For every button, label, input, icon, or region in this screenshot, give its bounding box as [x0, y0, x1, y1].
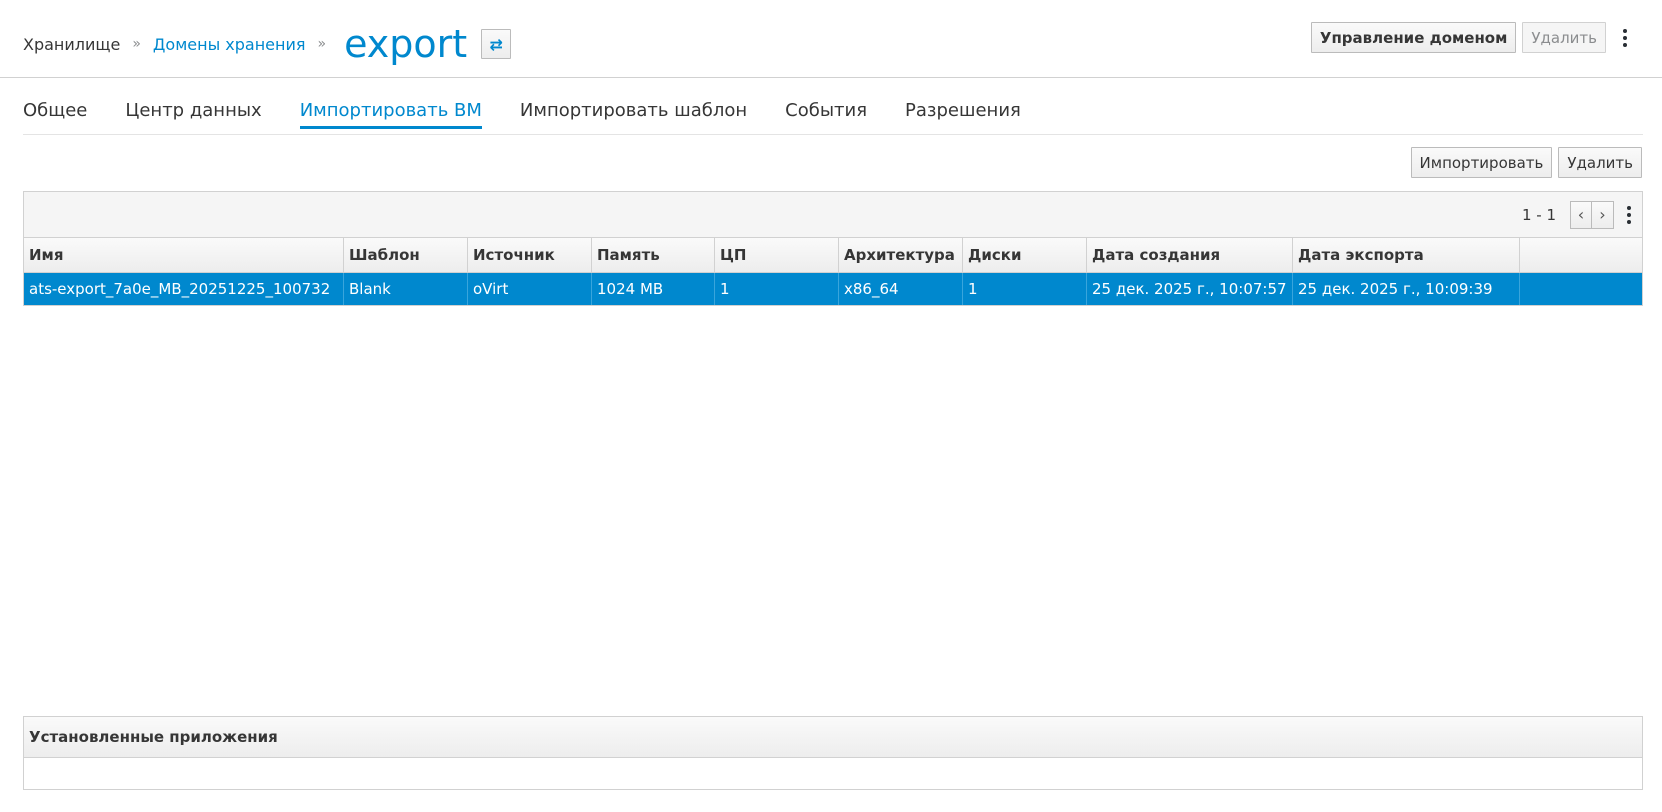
switch-entity-button[interactable]: ⇄	[481, 29, 512, 59]
column-header-export-date[interactable]: Дата экспорта	[1293, 238, 1520, 272]
column-header-name[interactable]: Имя	[24, 238, 344, 272]
exchange-icon: ⇄	[489, 34, 503, 54]
chevron-left-icon: ‹	[1577, 205, 1585, 224]
table-row[interactable]: ats-export_7a0e_MB_20251225_100732 Blank…	[24, 273, 1642, 305]
header-kebab-menu-icon[interactable]	[1616, 22, 1634, 53]
tab-permissions[interactable]: Разрешения	[905, 94, 1021, 128]
table-header: Имя Шаблон Источник Память ЦП Архитектур…	[24, 238, 1642, 273]
import-vm-table: 1 - 1 ‹ › Имя Шаблон Источник Память ЦП …	[23, 191, 1643, 306]
column-header-architecture[interactable]: Архитектура	[839, 238, 963, 272]
tab-import-vm[interactable]: Импортировать ВМ	[299, 94, 483, 129]
column-header-source[interactable]: Источник	[468, 238, 592, 272]
tab-general[interactable]: Общее	[23, 94, 87, 128]
breadcrumb-separator-icon: »	[317, 36, 327, 52]
table-actions: Импортировать Удалить	[1410, 147, 1642, 178]
breadcrumb-storage-domains-link[interactable]: Домены хранения	[153, 35, 306, 54]
column-header-memory[interactable]: Память	[592, 238, 715, 272]
installed-apps-header: Установленные приложения	[24, 717, 1642, 758]
prev-page-button[interactable]: ‹	[1570, 200, 1592, 229]
chevron-right-icon: ›	[1599, 205, 1606, 224]
cell-empty	[1520, 273, 1642, 305]
cell-architecture: x86_64	[839, 273, 963, 305]
tab-data-center[interactable]: Центр данных	[125, 94, 261, 128]
page-title: export	[344, 22, 468, 66]
breadcrumb-storage[interactable]: Хранилище	[23, 35, 120, 54]
table-toolbar: 1 - 1 ‹ ›	[24, 192, 1642, 238]
installed-apps-panel: Установленные приложения	[23, 716, 1643, 790]
header-actions: Управление доменом Удалить	[1310, 22, 1634, 53]
detail-tabs: Общее Центр данных Импортировать ВМ Импо…	[23, 94, 1643, 135]
import-button[interactable]: Импортировать	[1410, 147, 1553, 178]
column-header-cpu[interactable]: ЦП	[715, 238, 839, 272]
page-header: Хранилище » Домены хранения » export ⇄ У…	[0, 0, 1662, 78]
cell-source: oVirt	[468, 273, 592, 305]
cell-cpu: 1	[715, 273, 839, 305]
column-header-creation-date[interactable]: Дата создания	[1087, 238, 1293, 272]
cell-creation-date: 25 дек. 2025 г., 10:07:57	[1087, 273, 1293, 305]
breadcrumb-separator-icon: »	[132, 36, 141, 52]
cell-name: ats-export_7a0e_MB_20251225_100732	[24, 273, 344, 305]
pager-range: 1 - 1	[1521, 205, 1556, 224]
remove-domain-button[interactable]: Удалить	[1522, 22, 1606, 53]
column-header-disks[interactable]: Диски	[963, 238, 1087, 272]
tab-import-template[interactable]: Импортировать шаблон	[520, 94, 747, 128]
breadcrumb: Хранилище » Домены хранения » export ⇄	[23, 20, 512, 68]
tab-events[interactable]: События	[785, 94, 867, 128]
column-header-empty	[1520, 238, 1642, 272]
manage-domain-button[interactable]: Управление доменом	[1310, 22, 1517, 53]
cell-export-date: 25 дек. 2025 г., 10:09:39	[1293, 273, 1520, 305]
pager-buttons: ‹ ›	[1570, 200, 1614, 229]
cell-template: Blank	[344, 273, 468, 305]
cell-disks: 1	[963, 273, 1087, 305]
table-kebab-menu-icon[interactable]	[1622, 201, 1636, 229]
remove-vm-button[interactable]: Удалить	[1558, 147, 1642, 178]
cell-memory: 1024 MB	[592, 273, 715, 305]
next-page-button[interactable]: ›	[1592, 200, 1614, 229]
column-header-template[interactable]: Шаблон	[344, 238, 468, 272]
